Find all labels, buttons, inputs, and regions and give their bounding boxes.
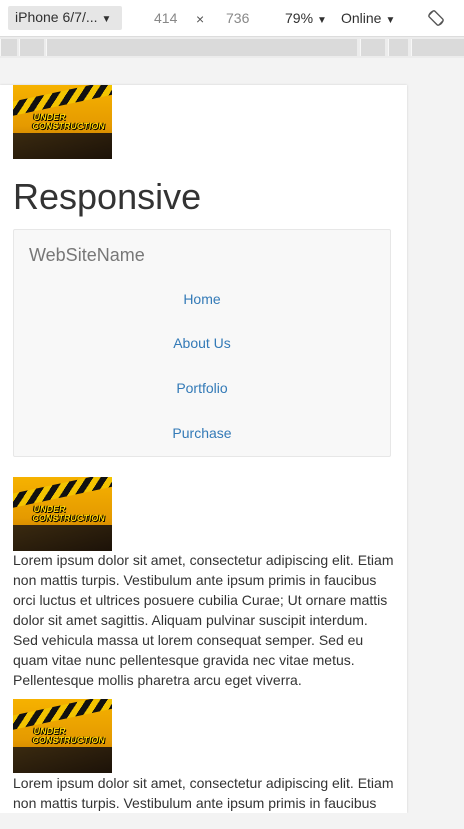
article-image: UNDER CONSTRUCTION: [13, 699, 112, 773]
article-image: UNDER CONSTRUCTION: [13, 477, 112, 551]
throttle-select[interactable]: Online ▼: [341, 10, 395, 26]
nav-link-about-us[interactable]: About Us: [14, 335, 390, 351]
navbar: WebSiteName Home About Us Portfolio Purc…: [13, 229, 391, 457]
rotate-icon[interactable]: [427, 9, 445, 27]
ruler-segment[interactable]: [19, 39, 44, 56]
ruler-segment[interactable]: [360, 39, 385, 56]
nav-link-purchase[interactable]: Purchase: [14, 425, 390, 441]
throttle-select-value: Online: [341, 10, 382, 26]
ruler-segment[interactable]: [0, 39, 17, 56]
ruler-segment[interactable]: [411, 39, 464, 56]
under-construction-image: UNDER CONSTRUCTION: [13, 85, 112, 159]
ruler-segment[interactable]: [388, 39, 408, 56]
device-select[interactable]: iPhone 6/7/... ▼: [8, 6, 122, 30]
device-viewport: UNDER CONSTRUCTION Responsive WebSiteNam…: [0, 85, 407, 813]
article-text: Lorem ipsum dolor sit amet, consectetur …: [13, 775, 394, 811]
media-query-ruler: [0, 37, 464, 58]
chevron-down-icon: ▼: [101, 14, 112, 25]
logo-text: CONSTRUCTION: [31, 735, 106, 745]
navbar-brand[interactable]: WebSiteName: [29, 245, 145, 266]
devtools-toolbar: iPhone 6/7/... ▼ 414 × 736 79% ▼ Online ▼: [0, 0, 464, 37]
chevron-down-icon: ▼: [385, 15, 396, 26]
ruler-segment[interactable]: [46, 39, 357, 56]
zoom-select-value: 79%: [285, 10, 314, 26]
article-text: Lorem ipsum dolor sit amet, consectetur …: [13, 552, 394, 688]
device-select-value: iPhone 6/7/...: [15, 9, 98, 25]
page-title: Responsive: [13, 176, 202, 217]
zoom-select[interactable]: 79% ▼: [285, 10, 327, 26]
nav-link-home[interactable]: Home: [14, 291, 390, 307]
logo-text: CONSTRUCTION: [31, 121, 106, 131]
chevron-down-icon: ▼: [317, 15, 327, 26]
width-input[interactable]: 414: [154, 10, 177, 26]
nav-link-portfolio[interactable]: Portfolio: [14, 380, 390, 396]
dimension-separator: ×: [196, 11, 205, 27]
height-input[interactable]: 736: [226, 10, 249, 26]
viewport-bottom-area: [0, 813, 464, 829]
logo-text: CONSTRUCTION: [31, 513, 106, 523]
